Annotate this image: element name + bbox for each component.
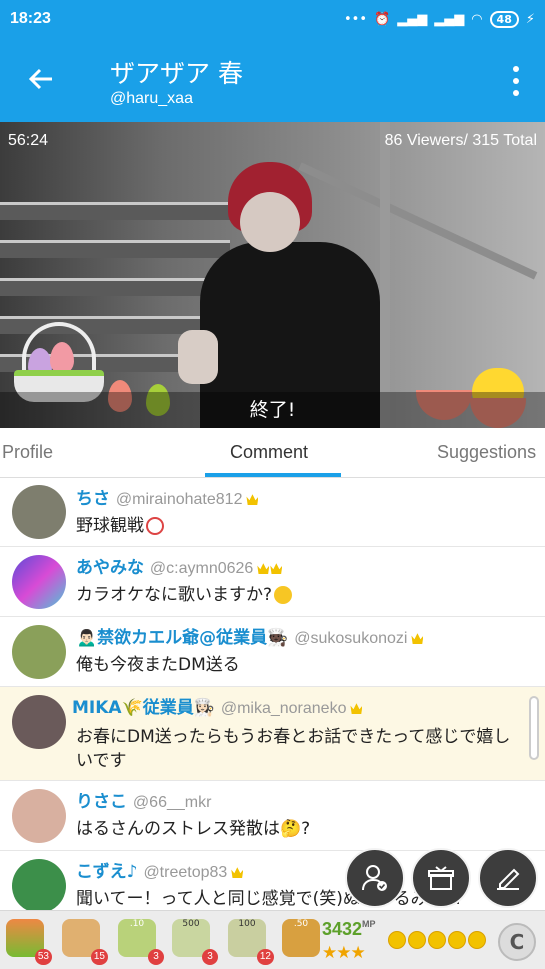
list-item[interactable]: MIKA🌾従業員👩🏻‍🍳 @mika_noraneko お春にDM送ったらもうお… [0,687,545,781]
avatar[interactable] [12,555,66,609]
wifi-icon: ◠ [471,11,483,27]
crown-badge-icon [257,563,270,574]
app-bar: ザアザア 春 @haru_xaa [0,38,545,122]
avatar[interactable] [12,485,66,539]
page-subtitle: @haru_xaa [110,90,193,107]
comment-handle: @sukosukonozi [294,630,408,647]
list-item[interactable]: あやみな @c:aymn0626 カラオケなに歌いますか? [0,547,545,617]
gift-bar: 53 15 .10 3 500 3 100 12 .50 3432MP ★★★ … [0,910,545,969]
comment-message: 聞いてー！って人と同じ感覚で(笑)ぬいぐるみに... [76,889,461,909]
comment-message: 俺も今夜またDM送る [76,655,240,675]
gift-count: 12 [256,949,274,965]
rank-stars: ★★★ [322,943,366,963]
comment-message: お春にDM送ったらもうお春とお話できたって感じで嬉しいです [76,727,511,771]
coin-icons [388,931,486,949]
user-check-icon [362,865,387,891]
comment-message: はるさんのストレス発散は🤔? [76,819,311,839]
battery-icon: 48 [489,10,519,28]
overflow-menu-icon[interactable] [511,66,521,96]
signal-icon: ▂▄▆ [434,11,465,27]
coin-icon [388,931,406,949]
c-button[interactable]: C [498,923,536,961]
face-icon [274,586,293,604]
vegetable-basket-icon[interactable]: 53 [6,919,52,965]
tab-comment[interactable]: Comment [230,442,308,463]
coin-icon [408,931,426,949]
status-icons: ••• ⏰ ▂▄▆ ▂▄▆ ◠ 48 ⚡ [344,10,535,28]
comment-username[interactable]: りさこ [76,792,127,812]
alarm-icon: ⏰ [374,11,391,27]
tea-10-icon[interactable]: .10 3 [118,919,164,965]
gift-button[interactable] [411,848,471,908]
tea-100-icon[interactable]: 100 12 [228,919,274,965]
tea-500-icon[interactable]: 500 3 [172,919,218,965]
coin-icon [448,931,466,949]
list-item[interactable]: りさこ @66__mkr はるさんのストレス発散は🤔? [0,781,545,851]
scrollbar[interactable] [529,696,539,760]
elapsed-time: 56:24 [8,132,49,149]
back-arrow-icon[interactable] [26,64,58,96]
gift-count: 53 [34,949,52,965]
crown-badge-icon [231,867,244,878]
gift-count: 3 [148,949,164,965]
more-icon: ••• [344,11,368,27]
comment-list[interactable]: ちさ @mirainohate812 野球観戦 あやみな @c:aymn0626… [0,478,545,910]
avatar[interactable] [12,789,66,843]
viewer-count: 86 Viewers/ 315 Total [384,132,537,149]
write-comment-button[interactable] [478,848,538,908]
comment-handle: @mika_noraneko [220,700,347,717]
gift-count: 3 [202,949,218,965]
ended-label: 終了! [0,392,545,428]
coin-icon [428,931,446,949]
status-time: 18:23 [10,10,51,27]
gift-count: 15 [90,949,108,965]
avatar[interactable] [12,625,66,679]
follow-user-button[interactable] [345,848,405,908]
tab-bar: Profile Comment Suggestions [0,428,545,478]
crown-badge-icon [270,563,283,574]
crown-badge-icon [350,703,363,714]
crown-badge-icon [246,494,259,505]
list-item[interactable]: ちさ @mirainohate812 野球観戦 [0,478,545,547]
easter-basket-icon [14,322,104,402]
comment-handle: @treetop83 [143,864,228,881]
mp-points: 3432MP [322,919,376,939]
baseball-icon [146,517,164,535]
comment-message: 野球観戦 [76,516,144,536]
avatar[interactable] [12,859,66,910]
mp-unit: MP [362,919,376,929]
charging-icon: ⚡ [525,11,535,27]
coin-icon [468,931,486,949]
pencil-icon [497,868,520,890]
comment-username[interactable]: こずえ♪ [76,862,138,882]
comment-message: カラオケなに歌いますか? [76,585,273,605]
crown-badge-icon [411,633,424,644]
status-bar: 18:23 ••• ⏰ ▂▄▆ ▂▄▆ ◠ 48 ⚡ [0,0,545,38]
tea-50-icon[interactable]: .50 [282,919,324,963]
comment-username[interactable]: MIKA🌾従業員👩🏻‍🍳 [72,698,215,718]
signal-icon: ▂▄▆ [397,11,428,27]
tab-profile[interactable]: Profile [2,442,53,463]
comment-handle: @mirainohate812 [115,491,243,508]
live-video[interactable]: 56:24 86 Viewers/ 315 Total 終了! [0,122,545,428]
tab-suggestions[interactable]: Suggestions [437,442,536,463]
bread-icon[interactable]: 15 [62,919,108,965]
comment-handle: @c:aymn0626 [149,560,254,577]
avatar[interactable] [12,695,66,749]
comment-username[interactable]: 🙍🏻‍♂️禁欲カエル爺@従業員🧑🏿‍🍳 [76,628,288,648]
page-title: ザアザア 春 [110,59,243,88]
comment-handle: @66__mkr [132,794,212,811]
tab-indicator [205,473,341,477]
comment-username[interactable]: あやみな [76,558,144,578]
list-item[interactable]: 🙍🏻‍♂️禁欲カエル爺@従業員🧑🏿‍🍳 @sukosukonozi 俺も今夜また… [0,617,545,687]
gift-box-icon [428,866,454,890]
streamer-image [170,162,400,428]
comment-username[interactable]: ちさ [76,489,110,509]
